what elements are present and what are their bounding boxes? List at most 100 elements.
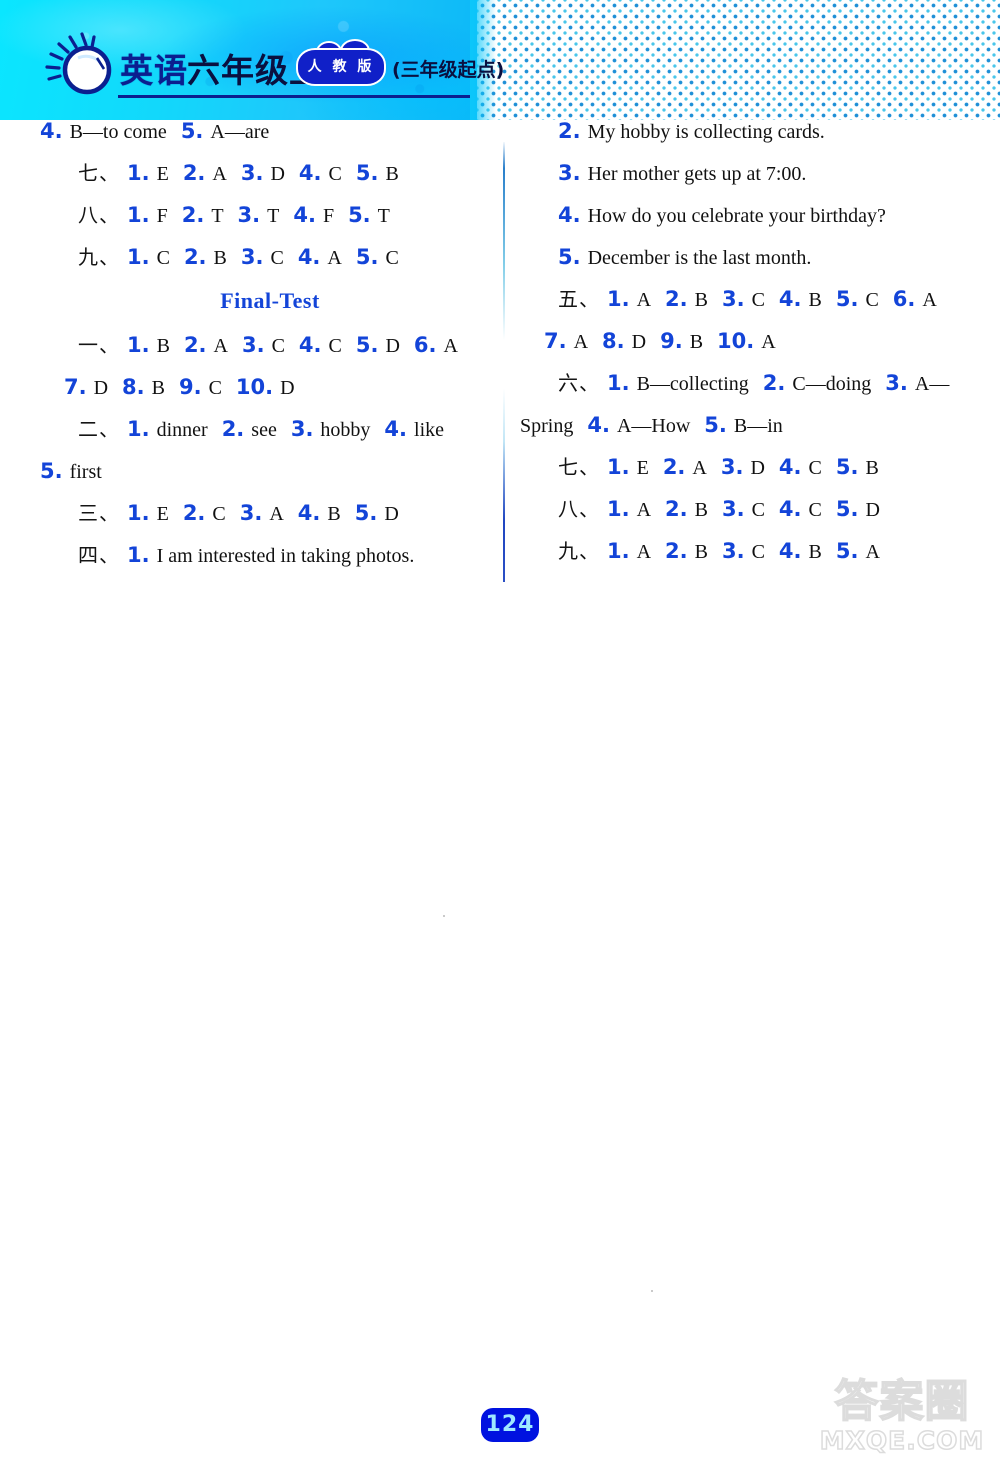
question-number: 3. xyxy=(240,161,264,185)
question-number: 3. xyxy=(721,287,745,311)
answer-line: 5. December is the last month. xyxy=(520,246,980,269)
answer-text: A xyxy=(327,247,342,269)
answer-text: C xyxy=(156,247,170,269)
question-number: 2. xyxy=(181,203,205,227)
question-number: 1. xyxy=(127,161,150,185)
answer-text: E xyxy=(636,457,649,479)
question-number: 1. xyxy=(127,203,150,227)
question-number: 2. xyxy=(665,287,688,311)
question-number: 2. xyxy=(665,497,688,521)
answer-line: 七、 1. E 2. A 3. D 4. C 5. B xyxy=(40,162,500,185)
answer-text: B xyxy=(694,499,708,521)
question-number: 9. xyxy=(178,375,202,399)
section-marker: 七、 xyxy=(78,161,120,185)
question-number: 1. xyxy=(607,539,630,563)
question-number: 5. xyxy=(704,413,727,437)
right-answer-column: 2. My hobby is collecting cards. 3. Her mot… xyxy=(520,120,980,582)
page-header-banner: 英语 六年级上 人 教 版 (三年级起点) xyxy=(0,0,1000,120)
answer-text: A xyxy=(865,541,880,563)
question-number: 2. xyxy=(665,539,688,563)
answer-text: A xyxy=(636,541,652,563)
answer-text: C xyxy=(751,289,765,311)
question-number: 5. xyxy=(835,539,859,563)
answer-text: E xyxy=(156,503,169,525)
answer-text: C xyxy=(328,163,342,185)
section-marker: 九、 xyxy=(558,539,600,563)
answer-text: D xyxy=(385,335,400,357)
answer-line: 五、 1. A 2. B 3. C 4. B 5. C 6. A xyxy=(520,288,980,311)
answer-text: A—are xyxy=(210,121,270,143)
question-number: 2. xyxy=(183,333,207,357)
question-number: 4. xyxy=(778,497,802,521)
question-number: 4. xyxy=(778,287,802,311)
answer-text: B xyxy=(808,289,822,311)
question-number: 2. xyxy=(662,455,686,479)
answer-line: 七、 1. E 2. A 3. D 4. C 5. B xyxy=(520,456,980,479)
answer-text: B xyxy=(865,457,879,479)
header-underline-rule xyxy=(118,95,470,98)
answer-line: 7. A 8. D 9. B 10. A xyxy=(520,330,980,353)
section-marker: 四、 xyxy=(78,543,120,567)
answer-text: C xyxy=(751,499,765,521)
question-number: 4. xyxy=(297,501,321,525)
answer-text: C xyxy=(208,377,222,399)
answer-text: B—to come xyxy=(69,121,167,143)
final-test-heading: Final-Test xyxy=(220,288,320,313)
question-number: 3. xyxy=(241,333,265,357)
answer-line: 九、 1. C 2. B 3. C 4. A 5. C xyxy=(40,246,500,269)
answer-text: D xyxy=(865,499,880,521)
answer-text: B xyxy=(694,289,708,311)
answer-text: C xyxy=(270,247,284,269)
answer-text: B xyxy=(694,541,708,563)
question-number: 4. xyxy=(40,119,63,143)
answer-text: How do you celebrate your birthday? xyxy=(587,205,886,227)
answer-line: 三、 1. E 2. C 3. A 4. B 5. D xyxy=(40,502,500,525)
section-marker: 五、 xyxy=(558,287,600,311)
answer-line: 4. B—to come 5. A—are xyxy=(40,120,500,143)
question-number: 4. xyxy=(298,333,322,357)
section-marker: 一、 xyxy=(78,333,120,357)
question-number: 5. xyxy=(835,455,859,479)
section-marker: 八、 xyxy=(78,203,120,227)
answer-text: T xyxy=(211,205,224,227)
site-watermark: 答案圈 MXQE.COM xyxy=(812,1377,992,1456)
answer-text: B xyxy=(213,247,227,269)
answer-text: C xyxy=(808,499,822,521)
question-number: 5. xyxy=(180,119,204,143)
section-marker: 八、 xyxy=(558,497,600,521)
question-number: 8. xyxy=(122,375,145,399)
answer-text: A xyxy=(636,499,652,521)
question-number: 1. xyxy=(127,501,150,525)
answer-line: 3. Her mother gets up at 7:00. xyxy=(520,162,980,185)
answer-text: Spring xyxy=(520,415,574,437)
header-halftone-dots xyxy=(477,0,1000,120)
answer-text: I am interested in taking photos. xyxy=(156,545,415,567)
question-number: 4. xyxy=(297,245,321,269)
question-number: 5. xyxy=(835,497,859,521)
answer-text: B—collecting xyxy=(636,373,749,395)
question-number: 8. xyxy=(602,329,625,353)
left-lines-top: 4. B—to come 5. A—are 七、 1. E 2. A 3. D 4. C 5. B 八、 1. F… xyxy=(40,120,500,269)
scan-speck xyxy=(443,915,445,917)
answer-text: A xyxy=(269,503,284,525)
question-number: 10. xyxy=(717,329,755,353)
answer-text: C xyxy=(751,541,765,563)
answer-text: D xyxy=(280,377,295,399)
scan-speck xyxy=(651,1290,653,1292)
question-number: 2. xyxy=(183,245,207,269)
question-number: 3. xyxy=(720,455,744,479)
answer-text: B xyxy=(808,541,822,563)
question-number: 6. xyxy=(892,287,916,311)
question-number: 1. xyxy=(127,543,150,567)
answer-text: see xyxy=(251,419,277,441)
section-marker: 九、 xyxy=(78,245,120,269)
question-number: 5. xyxy=(355,333,379,357)
question-number: 1. xyxy=(607,455,630,479)
answer-text: C xyxy=(865,289,879,311)
column-divider xyxy=(503,142,505,582)
question-number: 3. xyxy=(558,161,581,185)
question-number: 1. xyxy=(607,497,630,521)
answer-text: C xyxy=(271,335,285,357)
answer-text: My hobby is collecting cards. xyxy=(587,121,825,143)
question-number: 5. xyxy=(348,203,371,227)
